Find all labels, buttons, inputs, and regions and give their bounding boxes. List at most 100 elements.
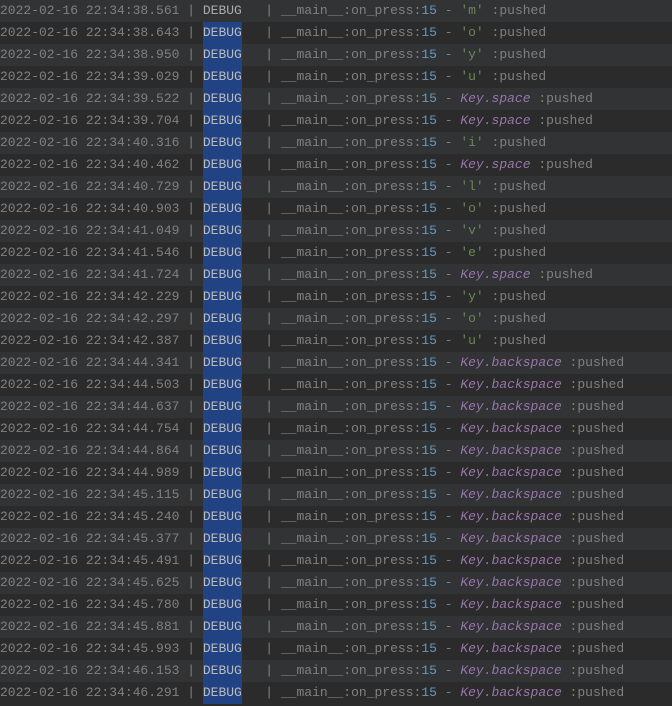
log-level: DEBUG (203, 66, 242, 88)
log-separator: | (179, 88, 202, 110)
log-message: :pushed (531, 88, 593, 110)
log-separator: | (265, 264, 281, 286)
log-line: 2022-02-16 22:34:46.153 | DEBUG | __main… (0, 660, 672, 682)
log-padding (242, 440, 265, 462)
log-separator: | (179, 0, 202, 22)
log-timestamp: 2022-02-16 22:34:46.291 (0, 682, 179, 704)
log-separator: | (179, 66, 202, 88)
log-padding (242, 220, 265, 242)
log-dash: - (437, 660, 460, 682)
log-padding (242, 88, 265, 110)
log-key: Key.space (460, 88, 530, 110)
log-lineno: 15 (421, 660, 437, 682)
log-padding (242, 22, 265, 44)
log-separator: | (179, 528, 202, 550)
log-level: DEBUG (203, 220, 242, 242)
log-module: __main__:on_press: (281, 88, 421, 110)
log-padding (242, 506, 265, 528)
log-separator: | (265, 484, 281, 506)
log-module: __main__:on_press: (281, 22, 421, 44)
log-module: __main__:on_press: (281, 286, 421, 308)
log-separator: | (265, 374, 281, 396)
log-module: __main__:on_press: (281, 0, 421, 22)
log-module: __main__:on_press: (281, 154, 421, 176)
log-level: DEBUG (203, 506, 242, 528)
log-lineno: 15 (421, 682, 437, 704)
log-dash: - (437, 594, 460, 616)
log-level: DEBUG (203, 176, 242, 198)
log-timestamp: 2022-02-16 22:34:40.903 (0, 198, 179, 220)
log-level: DEBUG (203, 308, 242, 330)
log-line: 2022-02-16 22:34:40.462 | DEBUG | __main… (0, 154, 672, 176)
log-separator: | (179, 110, 202, 132)
log-level: DEBUG (203, 352, 242, 374)
log-separator: | (265, 550, 281, 572)
log-lineno: 15 (421, 638, 437, 660)
log-key: Key.backspace (460, 572, 561, 594)
log-dash: - (437, 374, 460, 396)
log-level: DEBUG (203, 660, 242, 682)
log-dash: - (437, 88, 460, 110)
log-level: DEBUG (203, 0, 242, 22)
log-separator: | (179, 462, 202, 484)
log-separator: | (179, 286, 202, 308)
log-module: __main__:on_press: (281, 572, 421, 594)
log-dash: - (437, 638, 460, 660)
log-timestamp: 2022-02-16 22:34:45.881 (0, 616, 179, 638)
log-level: DEBUG (203, 462, 242, 484)
log-module: __main__:on_press: (281, 374, 421, 396)
log-level: DEBUG (203, 528, 242, 550)
log-line: 2022-02-16 22:34:44.989 | DEBUG | __main… (0, 462, 672, 484)
log-dash: - (437, 418, 460, 440)
log-dash: - (437, 550, 460, 572)
log-key: 'v' (460, 220, 483, 242)
log-line: 2022-02-16 22:34:44.754 | DEBUG | __main… (0, 418, 672, 440)
log-dash: - (437, 308, 460, 330)
log-level: DEBUG (203, 396, 242, 418)
log-module: __main__:on_press: (281, 308, 421, 330)
log-module: __main__:on_press: (281, 110, 421, 132)
log-level: DEBUG (203, 572, 242, 594)
log-line: 2022-02-16 22:34:40.729 | DEBUG | __main… (0, 176, 672, 198)
log-timestamp: 2022-02-16 22:34:44.864 (0, 440, 179, 462)
log-level: DEBUG (203, 550, 242, 572)
log-padding (242, 110, 265, 132)
log-line: 2022-02-16 22:34:44.503 | DEBUG | __main… (0, 374, 672, 396)
log-dash: - (437, 682, 460, 704)
log-padding (242, 484, 265, 506)
log-line: 2022-02-16 22:34:45.377 | DEBUG | __main… (0, 528, 672, 550)
log-dash: - (437, 484, 460, 506)
log-lineno: 15 (421, 88, 437, 110)
log-key: Key.backspace (460, 396, 561, 418)
log-lineno: 15 (421, 396, 437, 418)
log-separator: | (179, 506, 202, 528)
log-line: 2022-02-16 22:34:38.950 | DEBUG | __main… (0, 44, 672, 66)
log-key: Key.backspace (460, 418, 561, 440)
log-padding (242, 308, 265, 330)
log-separator: | (265, 528, 281, 550)
log-dash: - (437, 330, 460, 352)
log-level: DEBUG (203, 484, 242, 506)
log-key: 'm' (460, 0, 483, 22)
log-timestamp: 2022-02-16 22:34:44.989 (0, 462, 179, 484)
log-separator: | (179, 418, 202, 440)
log-timestamp: 2022-02-16 22:34:44.637 (0, 396, 179, 418)
log-level: DEBUG (203, 286, 242, 308)
log-timestamp: 2022-02-16 22:34:46.153 (0, 660, 179, 682)
log-dash: - (437, 66, 460, 88)
log-padding (242, 132, 265, 154)
log-module: __main__:on_press: (281, 638, 421, 660)
log-module: __main__:on_press: (281, 528, 421, 550)
log-level: DEBUG (203, 638, 242, 660)
log-key: 'u' (460, 66, 483, 88)
log-timestamp: 2022-02-16 22:34:41.546 (0, 242, 179, 264)
log-timestamp: 2022-02-16 22:34:45.240 (0, 506, 179, 528)
log-separator: | (179, 594, 202, 616)
log-dash: - (437, 528, 460, 550)
log-separator: | (179, 682, 202, 704)
log-timestamp: 2022-02-16 22:34:45.625 (0, 572, 179, 594)
log-separator: | (265, 88, 281, 110)
log-line: 2022-02-16 22:34:42.229 | DEBUG | __main… (0, 286, 672, 308)
log-timestamp: 2022-02-16 22:34:42.297 (0, 308, 179, 330)
log-dash: - (437, 572, 460, 594)
